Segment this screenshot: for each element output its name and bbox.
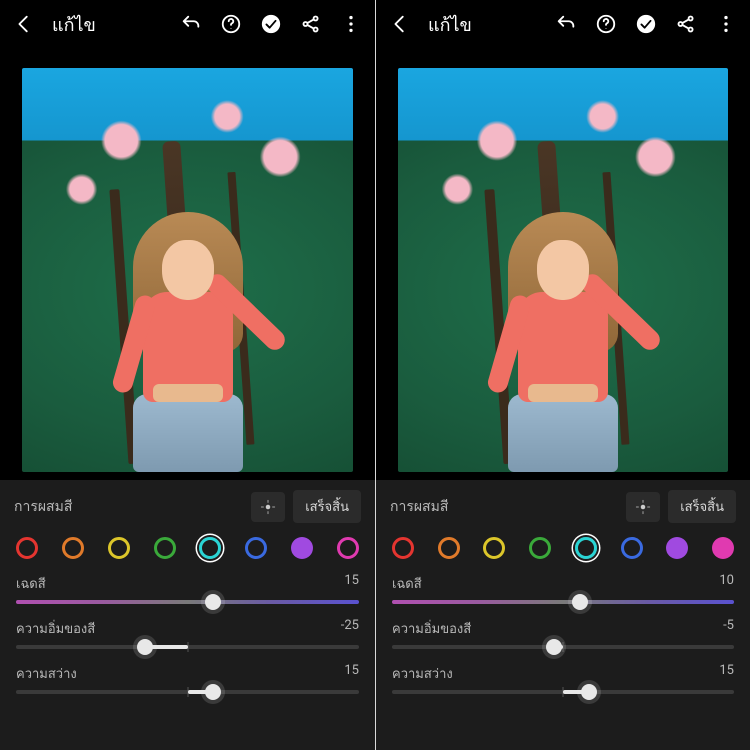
photo-canvas[interactable] xyxy=(376,48,750,480)
sat-label: ความอิ่มของสี xyxy=(392,618,471,639)
panel-title: การผสมสี xyxy=(390,496,618,518)
color-swatch[interactable] xyxy=(245,537,267,559)
lum-thumb[interactable] xyxy=(205,684,221,700)
chevron-down-icon xyxy=(474,16,490,32)
color-swatch[interactable] xyxy=(154,537,176,559)
editor-screen-left: แก้ไข การผสมสี เสร็จสิ้น เฉดสี 15 xyxy=(0,0,375,750)
color-swatch[interactable] xyxy=(666,537,688,559)
hue-slider: เฉดสี 15 xyxy=(16,573,359,604)
targeted-adjust-button[interactable] xyxy=(251,492,285,522)
done-button[interactable]: เสร็จสิ้น xyxy=(293,490,361,523)
help-icon[interactable] xyxy=(588,6,624,42)
lum-slider: ความสว่าง 15 xyxy=(16,663,359,694)
lum-track[interactable] xyxy=(16,690,359,694)
screen-title-dropdown[interactable]: แก้ไข xyxy=(52,10,114,39)
undo-icon[interactable] xyxy=(173,6,209,42)
sat-label: ความอิ่มของสี xyxy=(16,618,95,639)
lum-thumb[interactable] xyxy=(581,684,597,700)
color-swatch[interactable] xyxy=(62,537,84,559)
color-swatch[interactable] xyxy=(108,537,130,559)
color-swatch[interactable] xyxy=(621,537,643,559)
color-swatch[interactable] xyxy=(392,537,414,559)
sat-thumb[interactable] xyxy=(546,639,562,655)
sat-slider: ความอิ่มของสี -5 xyxy=(392,618,734,649)
sat-track[interactable] xyxy=(392,645,734,649)
hue-track[interactable] xyxy=(16,600,359,604)
color-swatch[interactable] xyxy=(529,537,551,559)
color-swatch[interactable] xyxy=(199,537,221,559)
sat-track[interactable] xyxy=(16,645,359,649)
color-mix-panel: การผสมสี เสร็จสิ้น เฉดสี 15 ความอิ่มของส… xyxy=(0,480,375,750)
share-icon[interactable] xyxy=(293,6,329,42)
more-icon[interactable] xyxy=(708,6,744,42)
color-swatch[interactable] xyxy=(575,537,597,559)
color-swatch-row xyxy=(0,531,375,569)
color-swatch[interactable] xyxy=(337,537,359,559)
back-icon[interactable] xyxy=(382,6,418,42)
undo-icon[interactable] xyxy=(548,6,584,42)
screen-title: แก้ไข xyxy=(52,10,96,39)
lum-label: ความสว่าง xyxy=(392,663,453,684)
hue-thumb[interactable] xyxy=(572,594,588,610)
sat-value: -25 xyxy=(341,618,359,639)
hue-label: เฉดสี xyxy=(16,573,46,594)
sat-value: -5 xyxy=(723,618,734,639)
more-icon[interactable] xyxy=(333,6,369,42)
editor-screen-right: แก้ไข การผสมสี เสร็จสิ้น เฉดสี 10 xyxy=(375,0,750,750)
apply-check-icon[interactable] xyxy=(253,6,289,42)
hue-label: เฉดสี xyxy=(392,573,422,594)
chevron-down-icon xyxy=(98,16,114,32)
lum-label: ความสว่าง xyxy=(16,663,77,684)
panel-title: การผสมสี xyxy=(14,496,243,518)
screen-title-dropdown[interactable]: แก้ไข xyxy=(428,10,490,39)
lum-value: 15 xyxy=(344,663,359,684)
color-swatch[interactable] xyxy=(438,537,460,559)
targeted-adjust-button[interactable] xyxy=(626,492,660,522)
lum-value: 15 xyxy=(719,663,734,684)
done-button[interactable]: เสร็จสิ้น xyxy=(668,490,736,523)
photo-canvas[interactable] xyxy=(0,48,375,480)
apply-check-icon[interactable] xyxy=(628,6,664,42)
hue-value: 15 xyxy=(344,573,359,594)
screen-title: แก้ไข xyxy=(428,10,472,39)
share-icon[interactable] xyxy=(668,6,704,42)
color-swatch[interactable] xyxy=(483,537,505,559)
edited-photo xyxy=(398,68,728,472)
color-swatch[interactable] xyxy=(712,537,734,559)
color-swatch-row xyxy=(376,531,750,569)
color-mix-panel: การผสมสี เสร็จสิ้น เฉดสี 10 ความอิ่มของส… xyxy=(376,480,750,750)
hue-slider: เฉดสี 10 xyxy=(392,573,734,604)
hue-value: 10 xyxy=(719,573,734,594)
back-icon[interactable] xyxy=(6,6,42,42)
lum-slider: ความสว่าง 15 xyxy=(392,663,734,694)
hue-thumb[interactable] xyxy=(205,594,221,610)
lum-track[interactable] xyxy=(392,690,734,694)
help-icon[interactable] xyxy=(213,6,249,42)
edited-photo xyxy=(22,68,353,472)
hue-track[interactable] xyxy=(392,600,734,604)
color-swatch[interactable] xyxy=(291,537,313,559)
sat-slider: ความอิ่มของสี -25 xyxy=(16,618,359,649)
color-swatch[interactable] xyxy=(16,537,38,559)
sat-thumb[interactable] xyxy=(137,639,153,655)
